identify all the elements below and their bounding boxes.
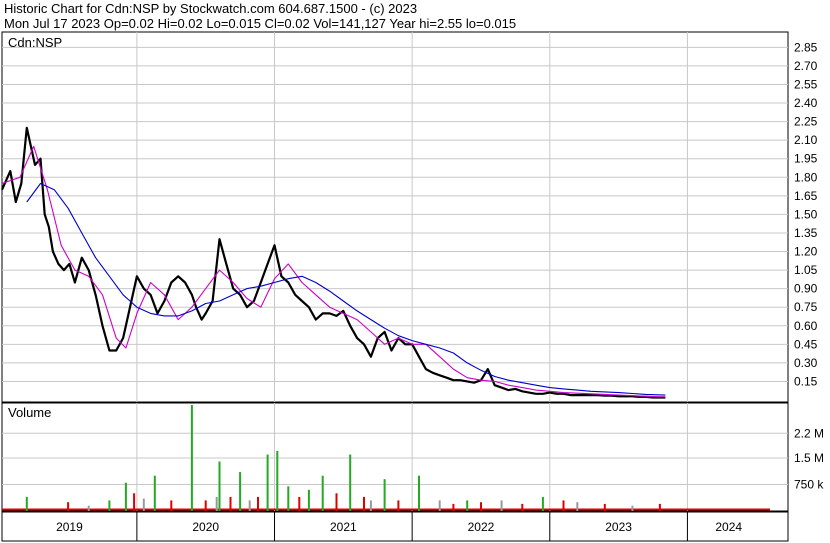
volume-bar bbox=[215, 496, 218, 511]
volume-y-tick-label: 1.5 M bbox=[794, 451, 824, 465]
volume-bar bbox=[307, 489, 310, 511]
price-panel: 2.85 2.70 2.55 2.40 2.25 2.10 1.95 1.80 1.65 1.50… bbox=[0, 31, 818, 403]
volume-bar bbox=[257, 496, 259, 511]
price-y-tick-label: 1.65 bbox=[794, 189, 818, 203]
volume-bar bbox=[67, 502, 70, 511]
volume-bar bbox=[266, 454, 269, 511]
x-tick-label: 2019 bbox=[56, 520, 83, 534]
volume-bar bbox=[335, 493, 338, 511]
price-y-tick-label: 2.40 bbox=[794, 96, 818, 110]
volume-panel: 2.2 M 1.5 M 750 k Volume bbox=[1, 402, 824, 512]
chart-canvas: 2.85 2.70 2.55 2.40 2.25 2.10 1.95 1.80 1.65 1.50… bbox=[0, 31, 824, 542]
volume-bar bbox=[452, 503, 455, 511]
volume-y-ticks: 2.2 M 1.5 M 750 k bbox=[794, 426, 824, 491]
volume-bar bbox=[363, 496, 365, 511]
volume-bar bbox=[438, 500, 441, 511]
volume-bar bbox=[369, 500, 372, 511]
price-y-tick-label: 2.55 bbox=[794, 77, 818, 91]
volume-bar bbox=[142, 498, 145, 511]
volume-bar bbox=[349, 454, 352, 511]
price-panel-frame bbox=[1, 31, 789, 403]
volume-bar bbox=[204, 500, 207, 511]
volume-bar bbox=[87, 505, 90, 511]
price-y-tick-label: 2.85 bbox=[794, 40, 818, 54]
volume-bar bbox=[25, 496, 28, 511]
volume-bar bbox=[248, 500, 251, 511]
volume-bar bbox=[170, 500, 173, 511]
volume-bar bbox=[383, 479, 386, 511]
volume-bar bbox=[133, 493, 136, 511]
volume-bar bbox=[276, 450, 279, 511]
x-tick-label: 2020 bbox=[192, 520, 219, 534]
price-y-tick-label: 1.80 bbox=[794, 170, 818, 184]
volume-bar bbox=[521, 503, 524, 511]
price-y-tick-label: 1.05 bbox=[794, 263, 818, 277]
volume-panel-frame bbox=[1, 402, 789, 512]
volume-bar bbox=[229, 496, 232, 511]
price-panel-label: Cdn:NSP bbox=[8, 35, 62, 50]
price-y-tick-label: 0.30 bbox=[794, 356, 818, 370]
volume-panel-label: Volume bbox=[8, 405, 51, 420]
x-axis-frame bbox=[1, 511, 789, 542]
price-y-tick-label: 0.75 bbox=[794, 300, 818, 314]
volume-bar bbox=[541, 496, 544, 511]
price-y-tick-label: 0.60 bbox=[794, 319, 818, 333]
price-y-tick-label: 2.25 bbox=[794, 115, 818, 129]
x-tick-label: 2023 bbox=[605, 520, 632, 534]
price-y-tick-label: 1.50 bbox=[794, 207, 818, 221]
price-y-tick-label: 1.20 bbox=[794, 245, 818, 259]
price-y-tick-label: 0.45 bbox=[794, 337, 818, 351]
volume-bar bbox=[190, 405, 193, 511]
volume-bar bbox=[397, 500, 400, 511]
volume-bar bbox=[239, 472, 242, 511]
volume-bar bbox=[287, 486, 290, 511]
x-tick-label: 2021 bbox=[330, 520, 357, 534]
price-y-tick-label: 1.95 bbox=[794, 152, 818, 166]
volume-bar bbox=[124, 482, 127, 511]
price-y-tick-label: 1.35 bbox=[794, 226, 818, 240]
price-y-tick-label: 2.70 bbox=[794, 59, 818, 73]
volume-bar bbox=[603, 503, 606, 511]
volume-bar bbox=[218, 461, 221, 511]
price-y-tick-label: 0.90 bbox=[794, 282, 818, 296]
volume-bar bbox=[466, 500, 469, 511]
volume-bar bbox=[500, 500, 503, 511]
price-y-ticks: 2.85 2.70 2.55 2.40 2.25 2.10 1.95 1.80 1.65 1.50… bbox=[794, 40, 818, 388]
volume-bar bbox=[321, 475, 324, 511]
volume-bar bbox=[576, 502, 579, 511]
volume-bar bbox=[562, 500, 565, 511]
volume-y-tick-label: 2.2 M bbox=[794, 426, 824, 440]
volume-bar bbox=[631, 505, 634, 511]
price-y-tick-label: 2.10 bbox=[794, 133, 818, 147]
volume-y-tick-label: 750 k bbox=[794, 478, 824, 492]
volume-bar bbox=[153, 475, 156, 511]
x-tick-label: 2022 bbox=[468, 520, 495, 534]
volume-bar bbox=[298, 496, 301, 511]
x-tick-label: 2024 bbox=[715, 520, 742, 534]
volume-bar bbox=[480, 502, 482, 511]
x-axis: 2019 2020 2021 2022 2023 2024 bbox=[1, 511, 789, 542]
price-y-tick-label: 0.15 bbox=[794, 374, 818, 388]
volume-bar bbox=[418, 475, 420, 511]
volume-bar bbox=[108, 500, 111, 511]
volume-bar bbox=[658, 503, 661, 511]
